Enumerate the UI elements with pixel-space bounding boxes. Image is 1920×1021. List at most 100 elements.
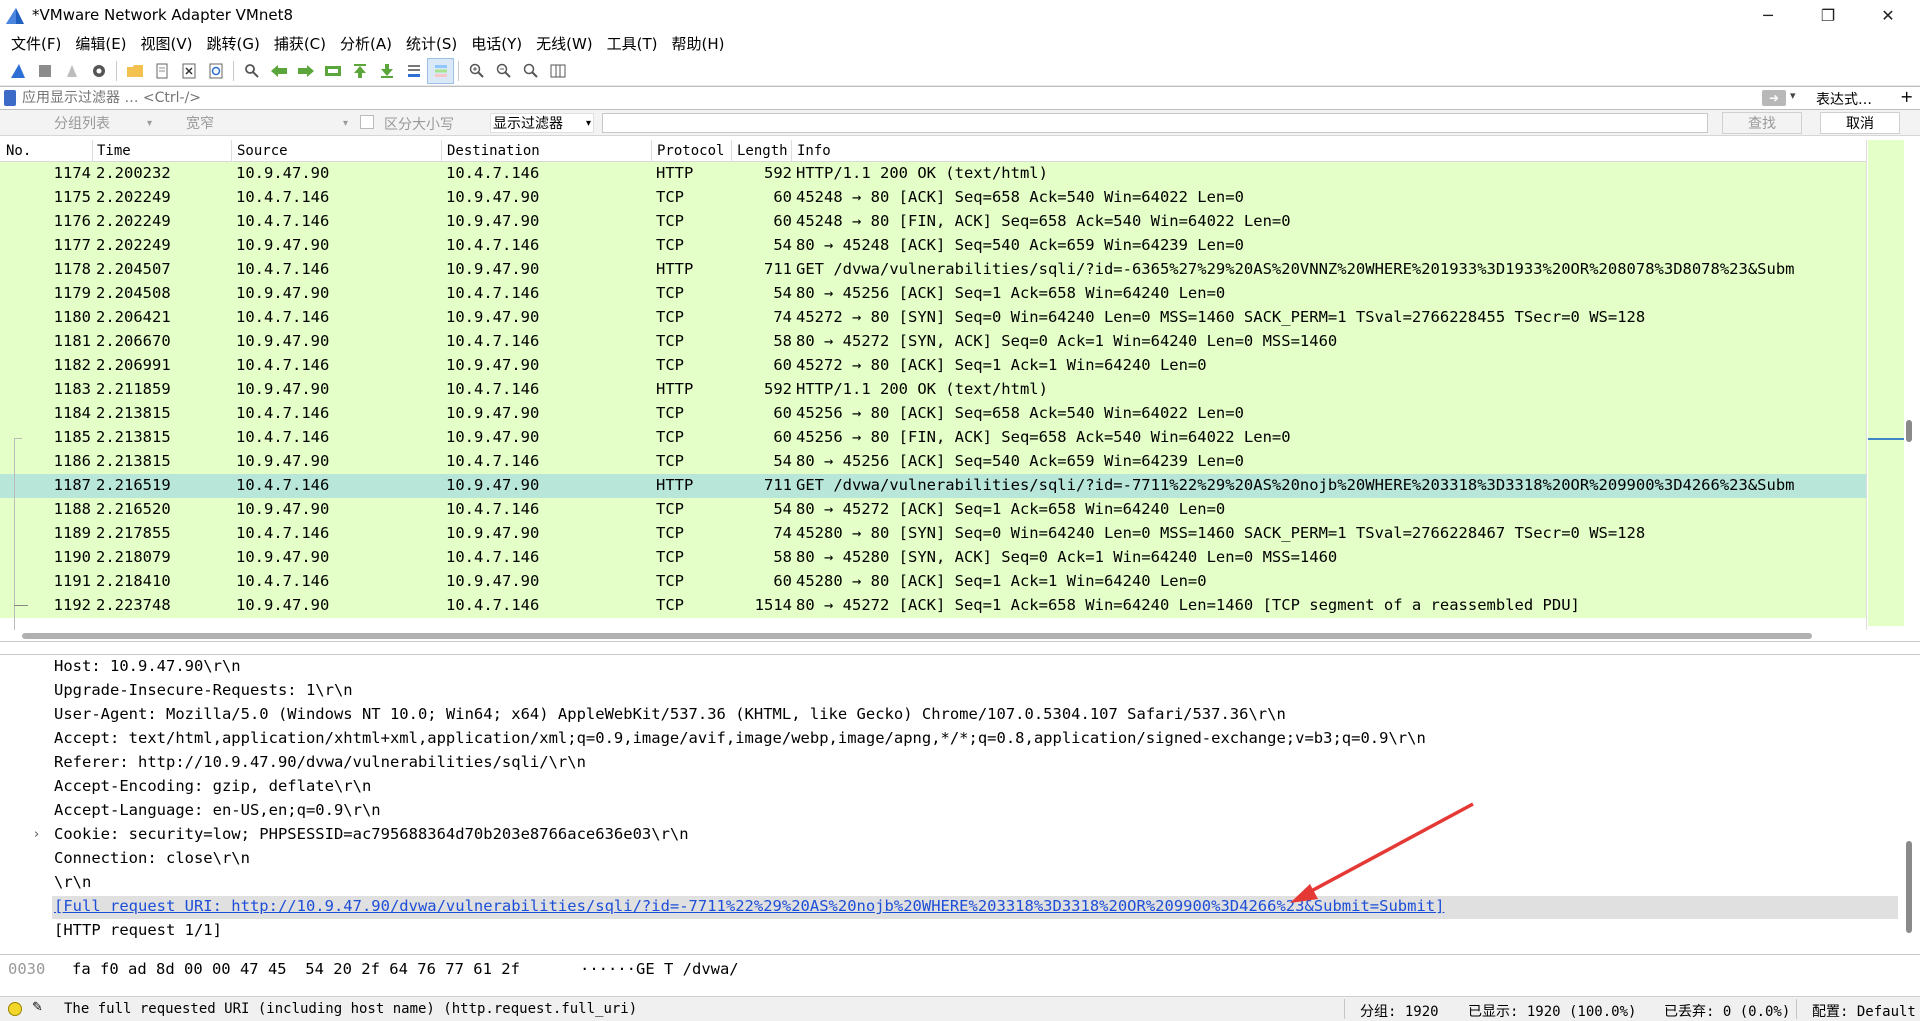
column-divider[interactable]: [92, 140, 93, 162]
packet-row[interactable]: 1191 2.218410 10.4.7.146 10.9.47.90 TCP 60 452…: [0, 570, 1866, 594]
detail-line-accept[interactable]: Accept: text/html,application/xhtml+xml,…: [54, 729, 1426, 753]
save-file-button[interactable]: [148, 58, 175, 84]
packet-row[interactable]: 1183 2.211859 10.9.47.90 10.4.7.146 HTTP 592 H…: [0, 378, 1866, 402]
packet-row[interactable]: 1190 2.218079 10.9.47.90 10.4.7.146 TCP 58 80 …: [0, 546, 1866, 570]
detail-line-http-request[interactable]: [HTTP request 1/1]: [54, 921, 222, 945]
capture-comment-icon[interactable]: ✎: [32, 1000, 43, 1015]
detail-line-host[interactable]: Host: 10.9.47.90\r\n: [54, 657, 241, 681]
packet-list-minimap[interactable]: [1866, 140, 1920, 630]
packet-list-hscrollbar[interactable]: [0, 630, 1866, 641]
column-source[interactable]: Source: [237, 143, 288, 159]
add-filter-button[interactable]: +: [1900, 87, 1913, 106]
apply-filter-arrow-icon[interactable]: ➜: [1762, 90, 1786, 106]
find-packet-button[interactable]: [238, 58, 265, 84]
packet-row[interactable]: 1181 2.206670 10.9.47.90 10.4.7.146 TCP 58 80 …: [0, 330, 1866, 354]
expression-button[interactable]: 表达式…: [1816, 89, 1872, 109]
menu-view[interactable]: 视图(V): [134, 33, 200, 54]
full-request-uri-link[interactable]: [Full request URI: http://10.9.47.90/dvw…: [54, 897, 1444, 921]
find-search-input[interactable]: [602, 113, 1708, 133]
search-scope-select[interactable]: 分组列表 ▾: [54, 113, 154, 133]
hscroll-thumb[interactable]: [22, 633, 1812, 639]
detail-line-accept-language[interactable]: Accept-Language: en-US,en;q=0.9\r\n: [54, 801, 381, 825]
maximize-button[interactable]: ❐: [1800, 0, 1856, 30]
column-divider[interactable]: [791, 140, 792, 162]
packet-row[interactable]: 1180 2.206421 10.4.7.146 10.9.47.90 TCP 74 452…: [0, 306, 1866, 330]
column-destination[interactable]: Destination: [447, 143, 540, 159]
column-length[interactable]: Length: [737, 143, 788, 159]
close-file-button[interactable]: [175, 58, 202, 84]
zoom-out-button[interactable]: [490, 58, 517, 84]
bytes-ascii[interactable]: ······GE T /dvwa/: [580, 960, 739, 978]
packet-row[interactable]: 1176 2.202249 10.4.7.146 10.9.47.90 TCP 60 452…: [0, 210, 1866, 234]
display-filter-input[interactable]: [22, 90, 1742, 106]
menu-tools[interactable]: 工具(T): [600, 33, 665, 54]
column-divider[interactable]: [651, 140, 652, 162]
stop-capture-button[interactable]: [31, 58, 58, 84]
details-vscroll-thumb[interactable]: [1906, 841, 1912, 933]
detail-line-upgrade[interactable]: Upgrade-Insecure-Requests: 1\r\n: [54, 681, 353, 705]
resize-columns-button[interactable]: [544, 58, 571, 84]
detail-line-referer[interactable]: Referer: http://10.9.47.90/dvwa/vulnerab…: [54, 753, 586, 777]
menu-statistics[interactable]: 统计(S): [399, 33, 464, 54]
search-type-select[interactable]: 显示过滤器 ▾: [490, 113, 594, 133]
last-packet-button[interactable]: [373, 58, 400, 84]
detail-line-clipped-link[interactable]: [54, 945, 304, 950]
packet-row[interactable]: 1178 2.204507 10.4.7.146 10.9.47.90 HTTP 711 G…: [0, 258, 1866, 282]
open-file-button[interactable]: [121, 58, 148, 84]
menu-help[interactable]: 帮助(H): [665, 33, 732, 54]
capture-options-button[interactable]: [85, 58, 112, 84]
column-divider[interactable]: [731, 140, 732, 162]
packet-row[interactable]: 1192 2.223748 10.9.47.90 10.4.7.146 TCP 1514 8…: [0, 594, 1866, 618]
packet-row[interactable]: 1189 2.217855 10.4.7.146 10.9.47.90 TCP 74 452…: [0, 522, 1866, 546]
case-sensitive-checkbox[interactable]: [360, 115, 374, 129]
menu-wireless[interactable]: 无线(W): [529, 33, 600, 54]
charset-select[interactable]: 宽窄 ▾: [186, 113, 350, 133]
packet-list-vscroll-thumb[interactable]: [1906, 420, 1912, 442]
packet-row-selected[interactable]: 1187 2.216519 10.4.7.146 10.9.47.90 HTTP 711 G…: [0, 474, 1866, 498]
first-packet-button[interactable]: [346, 58, 373, 84]
detail-line-crlf[interactable]: \r\n: [54, 873, 91, 897]
bytes-hex[interactable]: fa f0 ad 8d 00 00 47 45 54 20 2f 64 76 7…: [72, 960, 520, 978]
find-button[interactable]: 查找: [1722, 112, 1802, 134]
zoom-in-button[interactable]: [463, 58, 490, 84]
go-forward-button[interactable]: [292, 58, 319, 84]
detail-line-user-agent[interactable]: User-Agent: Mozilla/5.0 (Windows NT 10.0…: [54, 705, 1286, 729]
packet-row[interactable]: 1182 2.206991 10.4.7.146 10.9.47.90 TCP 60 452…: [0, 354, 1866, 378]
cancel-button[interactable]: 取消: [1820, 112, 1900, 134]
packet-row[interactable]: 1188 2.216520 10.9.47.90 10.4.7.146 TCP 54 80 …: [0, 498, 1866, 522]
packet-row[interactable]: 1174 2.200232 10.9.47.90 10.4.7.146 HTTP 592 H…: [0, 162, 1866, 186]
column-divider[interactable]: [231, 140, 232, 162]
menu-edit[interactable]: 编辑(E): [68, 33, 133, 54]
reload-button[interactable]: [202, 58, 229, 84]
menu-go[interactable]: 跳转(G): [200, 33, 267, 54]
expert-info-icon[interactable]: [8, 1002, 22, 1016]
filter-history-chevron-down-icon[interactable]: ▾: [1790, 89, 1796, 102]
menu-telephony[interactable]: 电话(Y): [464, 33, 529, 54]
packet-row[interactable]: 1177 2.202249 10.9.47.90 10.4.7.146 TCP 54 80 …: [0, 234, 1866, 258]
packet-row[interactable]: 1185 2.213815 10.4.7.146 10.9.47.90 TCP 60 452…: [0, 426, 1866, 450]
column-divider[interactable]: [441, 140, 442, 162]
column-time[interactable]: Time: [97, 143, 131, 159]
packet-row[interactable]: 1184 2.213815 10.4.7.146 10.9.47.90 TCP 60 452…: [0, 402, 1866, 426]
go-to-packet-button[interactable]: [319, 58, 346, 84]
close-button[interactable]: ✕: [1860, 0, 1916, 30]
menu-capture[interactable]: 捕获(C): [267, 33, 333, 54]
menu-analyze[interactable]: 分析(A): [333, 33, 399, 54]
detail-line-connection[interactable]: Connection: close\r\n: [54, 849, 250, 873]
detail-line-accept-encoding[interactable]: Accept-Encoding: gzip, deflate\r\n: [54, 777, 371, 801]
column-info[interactable]: Info: [797, 143, 831, 159]
start-capture-button[interactable]: [4, 58, 31, 84]
restart-capture-button[interactable]: [58, 58, 85, 84]
go-back-button[interactable]: [265, 58, 292, 84]
bookmark-icon[interactable]: [4, 90, 16, 106]
packet-row[interactable]: 1175 2.202249 10.4.7.146 10.9.47.90 TCP 60 452…: [0, 186, 1866, 210]
colorize-button[interactable]: [427, 57, 454, 84]
expand-chevron-right-icon[interactable]: ›: [34, 827, 39, 842]
menu-file[interactable]: 文件(F): [4, 33, 68, 54]
column-protocol[interactable]: Protocol: [657, 143, 724, 159]
packet-row[interactable]: 1186 2.213815 10.9.47.90 10.4.7.146 TCP 54 80 …: [0, 450, 1866, 474]
detail-line-cookie[interactable]: Cookie: security=low; PHPSESSID=ac795688…: [54, 825, 689, 849]
normal-size-button[interactable]: [517, 58, 544, 84]
autoscroll-button[interactable]: [400, 58, 427, 84]
packet-row[interactable]: 1179 2.204508 10.9.47.90 10.4.7.146 TCP 54 80 …: [0, 282, 1866, 306]
